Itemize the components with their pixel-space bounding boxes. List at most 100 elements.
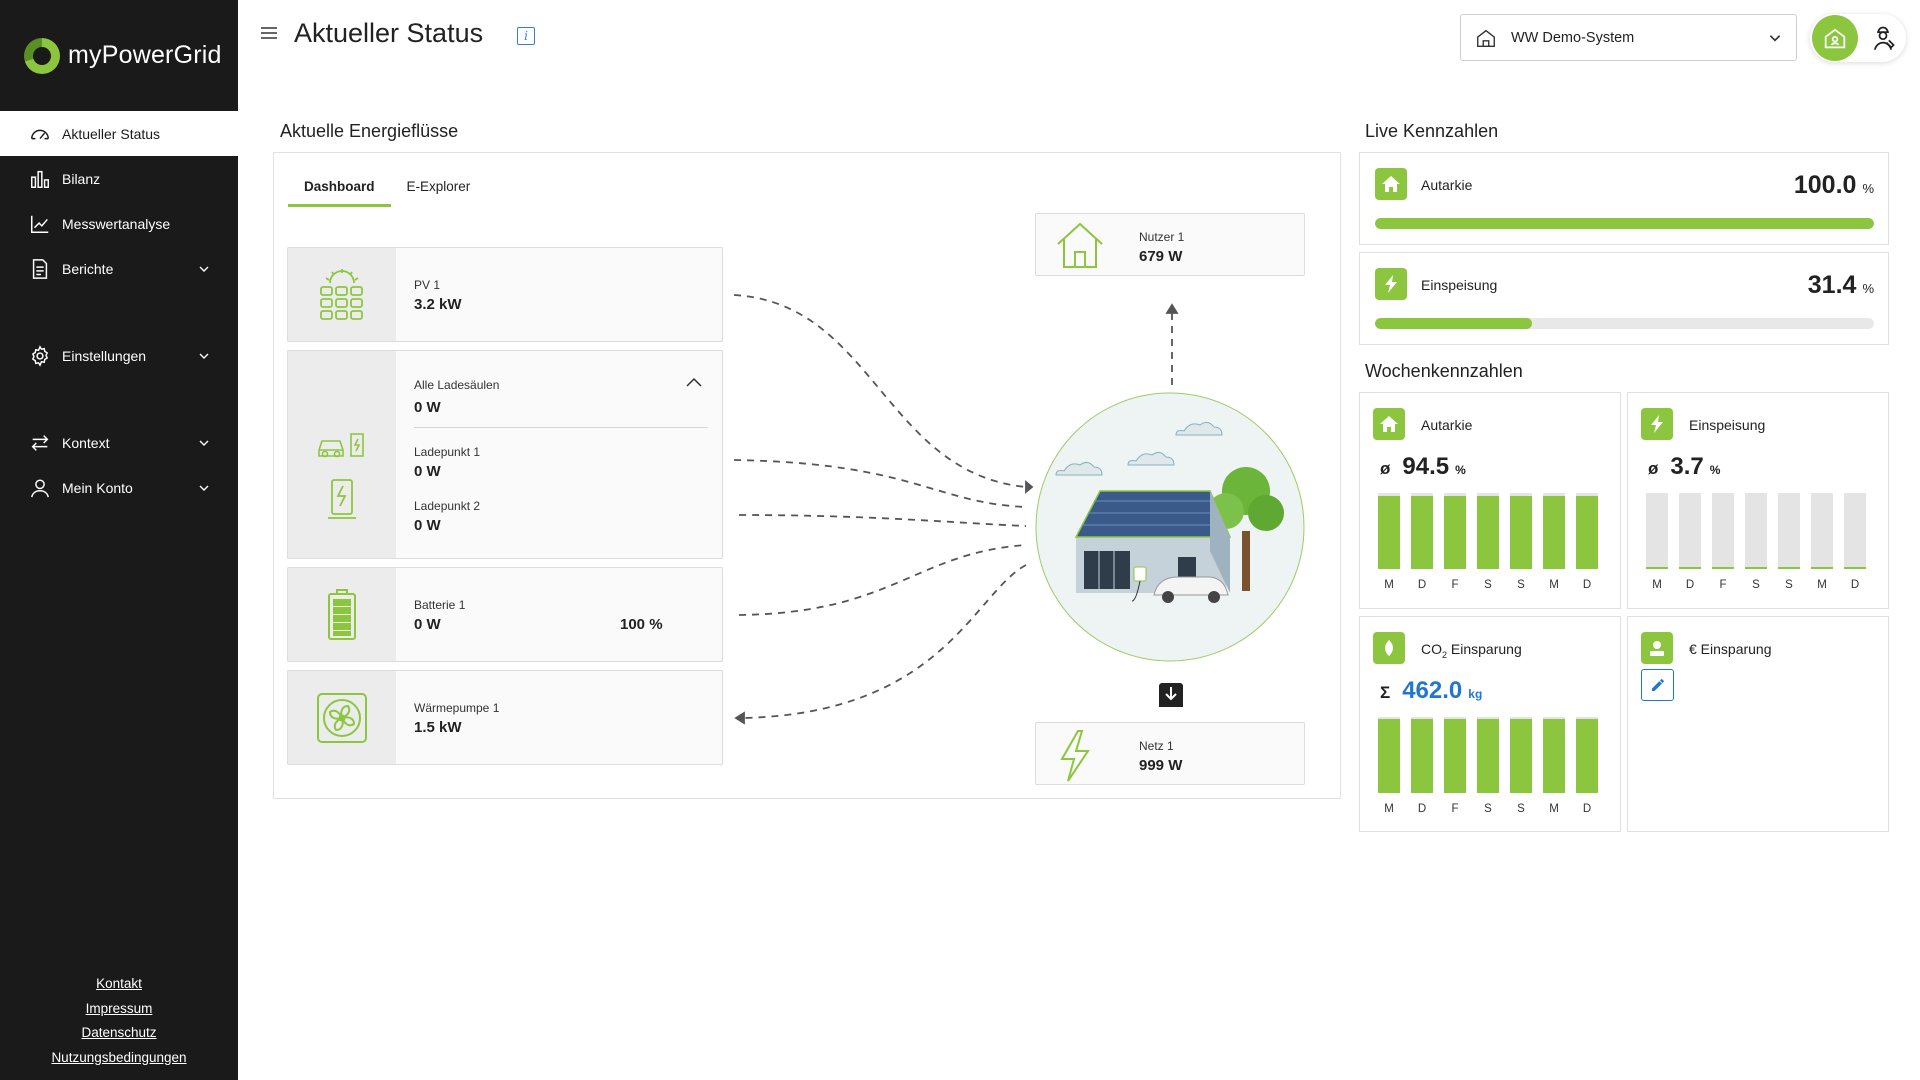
sidebar-item-kontext[interactable]: Kontext [0, 420, 238, 465]
bar-fill [1477, 718, 1499, 793]
bar-day-label: D [1685, 579, 1695, 591]
link-datenschutz[interactable]: Datenschutz [0, 1021, 238, 1046]
bar-column: F [1712, 493, 1734, 591]
energy-flows-title: Aktuelle Energieflüsse [280, 121, 459, 141]
weekly-value: ø 3.7% [1648, 453, 1721, 480]
sidebar-item-messwertanalyse[interactable]: Messwertanalyse [0, 201, 238, 246]
installer-button[interactable] [1860, 15, 1906, 61]
bar [1411, 717, 1433, 793]
weekly-value: Σ 462.0 kg [1380, 677, 1483, 704]
app-logo[interactable]: myPowerGrid [0, 0, 238, 111]
bar-day-label: M [1817, 579, 1827, 591]
bar-chart-icon [28, 167, 52, 191]
arrowhead-consumer [1165, 303, 1179, 314]
bar-column: M [1543, 493, 1565, 591]
smart-home-button[interactable] [1812, 15, 1858, 61]
bar-day-label: S [1484, 579, 1492, 591]
grid-card[interactable]: Netz 1 999 W [1035, 722, 1305, 785]
bar [1444, 717, 1466, 793]
kpi-label: Einspeisung [1421, 277, 1498, 293]
bar-fill [1679, 567, 1701, 569]
bar-fill [1411, 496, 1433, 569]
bar-column: F [1444, 717, 1466, 815]
house-icon [1375, 168, 1407, 200]
bar [1411, 493, 1433, 569]
bar-day-label: D [1850, 579, 1860, 591]
kpi-progress-bar [1375, 318, 1874, 329]
bar-day-label: M [1384, 803, 1394, 815]
footer-links: Kontakt Impressum Datenschutz Nutzungsbe… [0, 972, 238, 1070]
bar-column: D [1411, 717, 1433, 815]
info-icon[interactable]: i [517, 27, 535, 45]
bar-column: M [1378, 493, 1400, 591]
lightning-icon [1641, 408, 1673, 440]
bar [1543, 717, 1565, 793]
link-kontakt[interactable]: Kontakt [0, 972, 238, 997]
bar-day-label: D [1582, 579, 1592, 591]
weekly-bar-chart: MDFSSMD [1378, 717, 1598, 815]
arrowhead-pv [1025, 480, 1034, 494]
arrowhead-heatpump [734, 711, 745, 725]
bar [1712, 493, 1734, 569]
live-einspeisung-card: Einspeisung 31.4% [1359, 252, 1889, 345]
bar-day-label: S [1517, 803, 1525, 815]
system-select[interactable]: WW Demo-System [1460, 14, 1797, 61]
chevron-down-icon [1769, 34, 1781, 41]
sidebar-item-einstellungen[interactable]: Einstellungen [0, 333, 238, 378]
system-select-value: WW Demo-System [1511, 29, 1635, 46]
sidebar-item-aktueller-status[interactable]: Aktueller Status [0, 111, 238, 156]
bar-column: S [1745, 493, 1767, 591]
bar-column: M [1811, 493, 1833, 591]
bar-column: D [1576, 717, 1598, 815]
weekly-euro-card: € Einsparung [1627, 616, 1889, 832]
lightning-icon [1375, 268, 1407, 300]
sidebar-item-label: Berichte [62, 260, 114, 277]
bar-column: D [1576, 493, 1598, 591]
house-icon [1477, 29, 1495, 47]
installer-icon [1873, 26, 1895, 50]
consumer-card[interactable]: Nutzer 1 679 W [1035, 213, 1305, 276]
kpi-label: Autarkie [1421, 177, 1473, 193]
bar [1745, 493, 1767, 569]
bar-day-label: D [1417, 579, 1427, 591]
kpi-value: 100.0% [1793, 171, 1874, 199]
bar-fill [1477, 496, 1499, 569]
page-title: Aktueller Status [294, 18, 484, 48]
sidebar-item-mein-konto[interactable]: Mein Konto [0, 465, 238, 510]
sidebar-item-label: Messwertanalyse [62, 215, 171, 232]
sidebar-item-berichte[interactable]: Berichte [0, 246, 238, 291]
bar [1646, 493, 1668, 569]
bar [1576, 493, 1598, 569]
hamburger-menu-icon[interactable] [261, 26, 277, 40]
link-nutzungsbedingungen[interactable]: Nutzungsbedingungen [0, 1046, 238, 1071]
bar-day-label: S [1785, 579, 1793, 591]
bar [1543, 493, 1565, 569]
bar-fill [1444, 496, 1466, 569]
weekly-bar-chart: MDFSSMD [1378, 493, 1598, 591]
link-impressum[interactable]: Impressum [0, 997, 238, 1022]
document-icon [28, 257, 52, 281]
grid-label: Netz 1 [1139, 739, 1174, 753]
bar-day-label: F [1451, 803, 1459, 815]
bar-fill [1510, 718, 1532, 793]
grid-value: 999 W [1139, 757, 1183, 774]
bar-column: M [1543, 717, 1565, 815]
bar-day-label: F [1451, 579, 1459, 591]
bar-day-label: F [1719, 579, 1727, 591]
flow-line-charging-1 [733, 459, 1027, 508]
chevron-down-icon [199, 353, 209, 359]
sidebar-item-label: Kontext [62, 434, 110, 451]
edit-button[interactable] [1641, 669, 1674, 701]
bar-column: M [1378, 717, 1400, 815]
weekly-label: Autarkie [1421, 417, 1473, 433]
logo-mark-icon [24, 37, 60, 74]
bar [1477, 493, 1499, 569]
house-icon [1373, 408, 1405, 440]
sidebar-item-bilanz[interactable]: Bilanz [0, 156, 238, 201]
bar-day-label: M [1652, 579, 1662, 591]
bar-column: S [1477, 717, 1499, 815]
weekly-co2-card: CO2 Einsparung Σ 462.0 kg M D F S S M D [1359, 616, 1621, 832]
bar [1510, 717, 1532, 793]
pencil-icon [1651, 679, 1664, 691]
bar [1778, 493, 1800, 569]
